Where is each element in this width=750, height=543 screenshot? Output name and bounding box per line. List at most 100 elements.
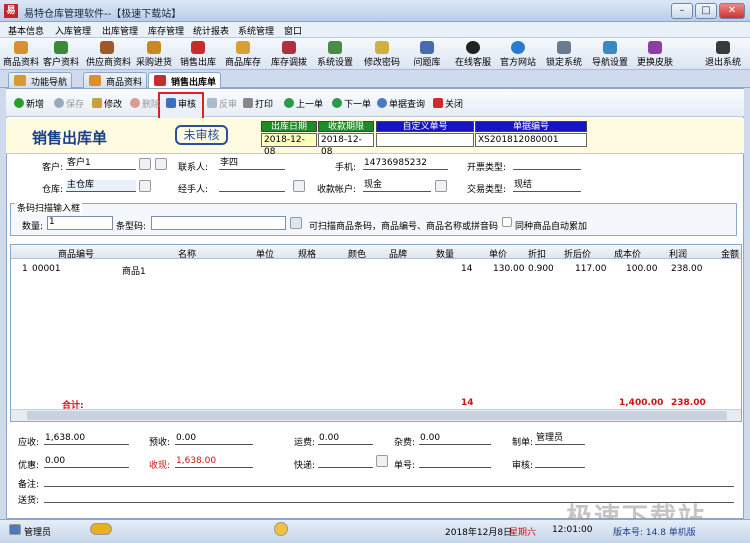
maximize-button[interactable]: □ — [695, 3, 717, 19]
toolbar-online-support[interactable]: 在线客服 — [452, 40, 494, 68]
col-unit[interactable]: 单位 — [256, 247, 274, 260]
menu-stock-out[interactable]: 出库管理 — [102, 24, 138, 37]
approve-icon — [166, 98, 176, 108]
menu-reports[interactable]: 统计报表 — [193, 24, 229, 37]
warehouse-lookup-icon[interactable] — [139, 180, 151, 192]
toolbar-lock-system[interactable]: 锁定系统 — [543, 40, 585, 68]
freight-field[interactable]: 0.00 — [318, 433, 373, 445]
search-icon[interactable] — [290, 217, 302, 229]
auto-accumulate-checkbox[interactable] — [502, 217, 512, 227]
phone-field[interactable]: 14736985232 — [363, 158, 448, 170]
toolbar-system-settings[interactable]: 系统设置 — [314, 40, 356, 68]
toolbar-nav-settings[interactable]: 导航设置 — [589, 40, 631, 68]
horizontal-scrollbar[interactable] — [11, 409, 741, 421]
invoice-type-field[interactable] — [513, 158, 581, 170]
unapprove-button[interactable]: 反审 — [207, 97, 237, 110]
menu-system[interactable]: 系统管理 — [238, 24, 274, 37]
toolbar-official-site[interactable]: 官方网站 — [497, 40, 539, 68]
print-button[interactable]: 打印 — [243, 97, 273, 110]
approve-button[interactable]: 审核 — [166, 97, 196, 110]
toolbar-customer-info[interactable]: 客户资料 — [40, 40, 82, 68]
menu-basic-info[interactable]: 基本信息 — [8, 24, 44, 37]
qq-support-icon[interactable] — [274, 522, 288, 536]
trade-type-field[interactable]: 现结 — [513, 180, 581, 192]
row-profit[interactable]: 238.00 — [671, 264, 703, 274]
close-window-button[interactable]: ✕ — [719, 3, 745, 19]
contact-field[interactable]: 李四 — [219, 158, 285, 170]
toolbar-faq[interactable]: 问题库 — [406, 40, 448, 68]
col-profit[interactable]: 利润 — [669, 247, 687, 260]
customer-field[interactable]: 客户1 — [66, 158, 136, 170]
tracking-field[interactable] — [419, 456, 491, 468]
customer-add-icon[interactable] — [155, 158, 167, 170]
save-button[interactable]: 保存 — [54, 97, 84, 110]
toolbar-supplier-info[interactable]: 供应商资料 — [86, 40, 131, 68]
row-discount[interactable]: 0.900 — [528, 264, 554, 274]
toolbar-purchase[interactable]: 采购进货 — [133, 40, 175, 68]
row-code[interactable]: 00001 — [32, 264, 61, 274]
col-discount[interactable]: 折扣 — [528, 247, 546, 260]
receivable-field[interactable]: 1,638.00 — [44, 433, 129, 445]
warehouse-field[interactable]: 主仓库 — [66, 180, 136, 192]
minimize-button[interactable]: – — [671, 3, 693, 19]
col-spec[interactable]: 规格 — [298, 247, 316, 260]
bill-query-button[interactable]: 单据查询 — [377, 97, 425, 110]
col-code[interactable]: 商品编号 — [58, 247, 94, 260]
row-qty[interactable]: 14 — [461, 264, 472, 274]
col-brand[interactable]: 品牌 — [389, 247, 407, 260]
toolbar-sales-out[interactable]: 销售出库 — [177, 40, 219, 68]
auto-accumulate-label: 同种商品自动累加 — [515, 222, 588, 232]
col-amount[interactable]: 金额 — [721, 247, 739, 260]
toolbar-stock-transfer[interactable]: 库存调拨 — [268, 40, 310, 68]
row-cost[interactable]: 100.00 — [626, 264, 658, 274]
scroll-thumb[interactable] — [27, 411, 727, 420]
customer-lookup-icon[interactable] — [139, 158, 151, 170]
close-bill-button[interactable]: 关闭 — [433, 97, 463, 110]
col-after-discount[interactable]: 折后价 — [564, 247, 591, 260]
discount-field[interactable]: 0.00 — [44, 456, 129, 468]
col-price[interactable]: 单价 — [489, 247, 507, 260]
express-dropdown[interactable] — [376, 455, 388, 467]
toolbar-product-stock[interactable]: 商品库存 — [222, 40, 264, 68]
handler-lookup-icon[interactable] — [293, 180, 305, 192]
row-after-discount[interactable]: 117.00 — [575, 264, 607, 274]
toolbar-product-info[interactable]: 商品资料 — [0, 40, 42, 68]
toolbar-exit[interactable]: 退出系统 — [702, 40, 744, 68]
col-color[interactable]: 颜色 — [348, 247, 366, 260]
col-name[interactable]: 名称 — [178, 247, 196, 260]
barcode-input[interactable] — [151, 216, 286, 230]
prev-bill-button[interactable]: 上一单 — [284, 97, 323, 110]
custom-no-field[interactable] — [376, 133, 474, 147]
status-date: 2018年12月8日 — [445, 528, 513, 538]
menu-inventory[interactable]: 库存管理 — [148, 24, 184, 37]
toolbar-change-password[interactable]: 修改密码 — [361, 40, 403, 68]
toolbar-change-skin[interactable]: 更换皮肤 — [634, 40, 676, 68]
express-field[interactable] — [318, 456, 373, 468]
row-price[interactable]: 130.00 — [493, 264, 525, 274]
delete-button[interactable]: 删除 — [130, 97, 160, 110]
prepaid-field[interactable]: 0.00 — [175, 433, 253, 445]
bill-title: 销售出库单 — [32, 129, 108, 147]
remark-label: 备注: — [18, 480, 40, 490]
cash-field[interactable]: 1,638.00 — [175, 456, 253, 468]
tab-sales-out-bill[interactable]: 销售出库单 — [148, 72, 222, 89]
remark-field[interactable] — [44, 475, 734, 487]
bill-no-field[interactable]: XS201812080001 — [475, 133, 587, 147]
menu-window[interactable]: 窗口 — [284, 24, 302, 37]
edit-button[interactable]: 修改 — [92, 97, 122, 110]
account-field[interactable]: 现金 — [363, 180, 431, 192]
tab-product-info[interactable]: 商品资料 — [83, 72, 148, 88]
add-button[interactable]: 新增 — [14, 97, 44, 110]
due-date-field[interactable]: 2018-12-08 — [318, 133, 374, 157]
account-dropdown[interactable] — [435, 180, 447, 192]
next-bill-button[interactable]: 下一单 — [332, 97, 371, 110]
quantity-input[interactable]: 1 — [47, 216, 113, 230]
handler-field[interactable] — [219, 180, 285, 192]
row-name[interactable]: 商品1 — [122, 264, 146, 277]
col-qty[interactable]: 数量 — [436, 247, 454, 260]
misc-fee-field[interactable]: 0.00 — [419, 433, 491, 445]
menu-stock-in[interactable]: 入库管理 — [55, 24, 91, 37]
col-cost[interactable]: 成本价 — [614, 247, 641, 260]
tab-function-nav[interactable]: 功能导航 — [8, 72, 73, 88]
out-date-field[interactable]: 2018-12-08 — [261, 133, 317, 157]
